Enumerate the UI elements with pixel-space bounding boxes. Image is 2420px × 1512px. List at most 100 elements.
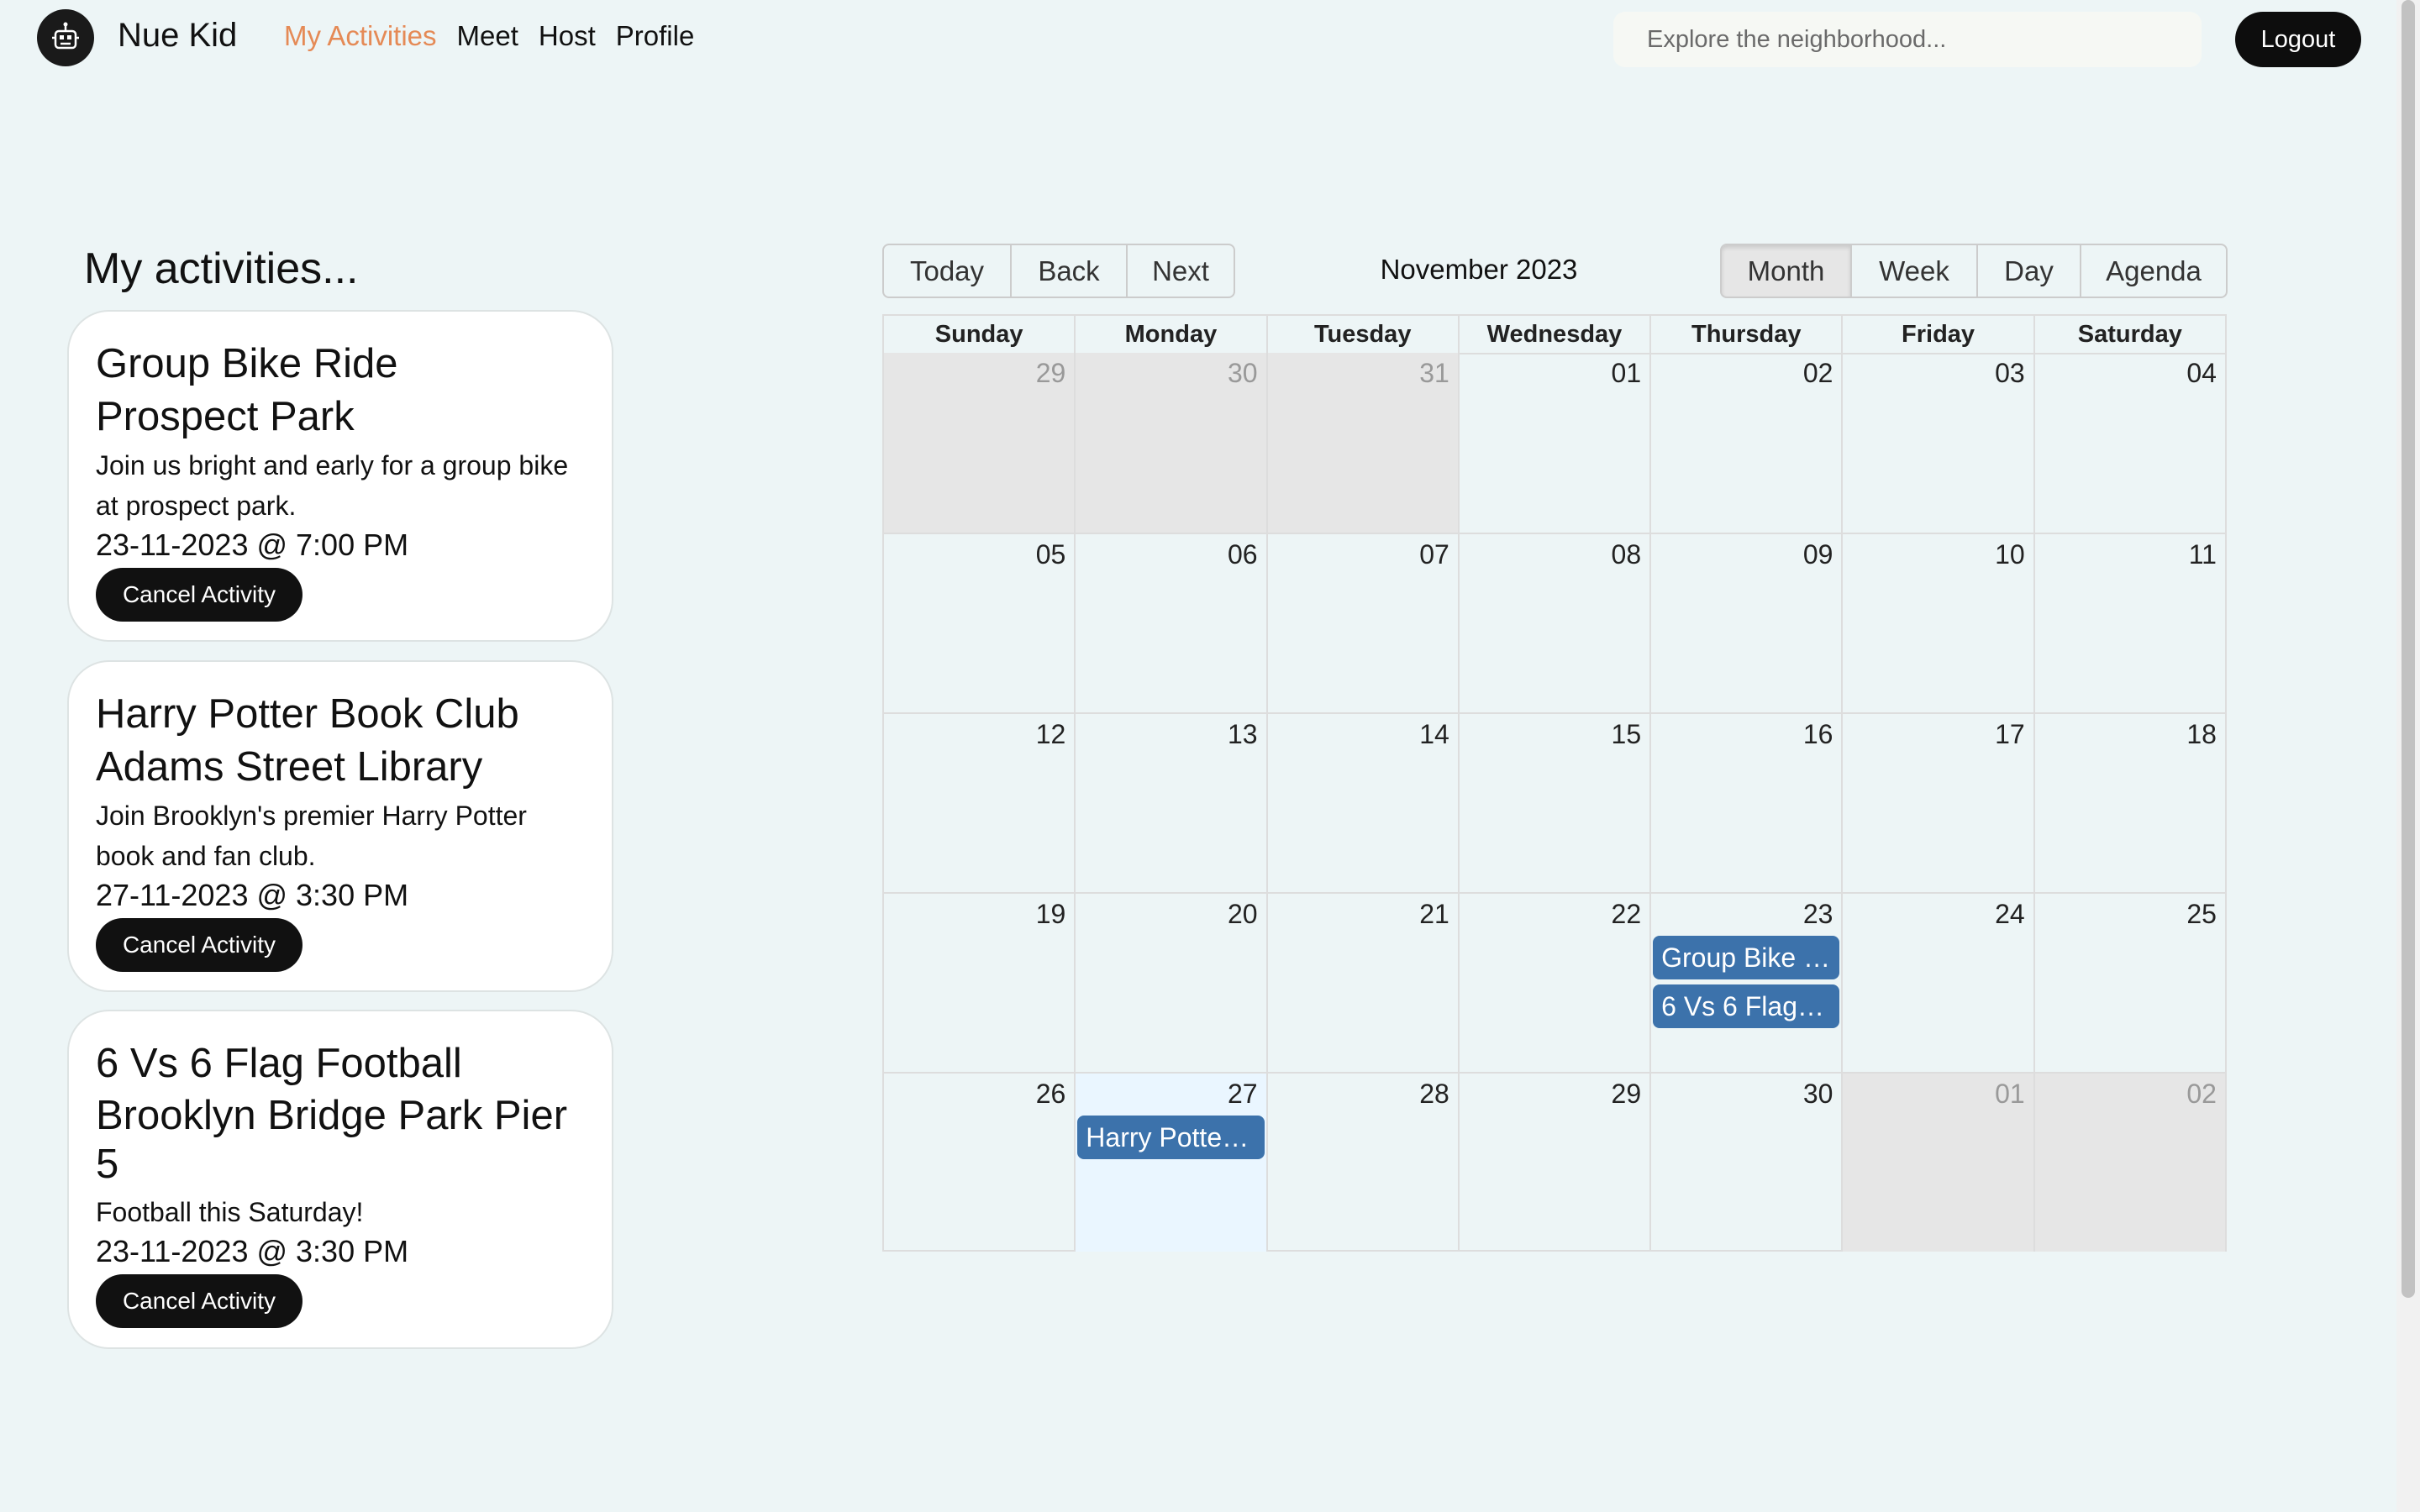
calendar-date-number[interactable]: 16	[1803, 719, 1833, 750]
calendar-day-cell[interactable]: 30	[1074, 353, 1266, 533]
calendar-day-cell[interactable]: 27 Harry Potter Book Club	[1074, 1074, 1266, 1252]
calendar-date-number[interactable]: 02	[1803, 358, 1833, 389]
calendar-date-number[interactable]: 19	[1036, 899, 1066, 930]
calendar-day-cell[interactable]: 13	[1074, 714, 1265, 892]
today-button[interactable]: Today	[882, 244, 1012, 298]
calendar-day-cell[interactable]: 01	[1457, 353, 1649, 533]
calendar-event[interactable]: Group Bike Ride	[1653, 936, 1840, 979]
calendar-day-cell[interactable]: 24	[1841, 894, 2033, 1072]
calendar-day-cell[interactable]: 06	[1074, 534, 1265, 712]
view-week-button[interactable]: Week	[1850, 244, 1978, 298]
cancel-activity-button[interactable]: Cancel Activity	[96, 1274, 302, 1328]
calendar-date-number[interactable]: 17	[1995, 719, 2025, 750]
calendar-weekday-header: Sunday Monday Tuesday Wednesday Thursday…	[882, 314, 2227, 354]
calendar-day-cell[interactable]: 25	[2033, 894, 2225, 1072]
calendar-day-cell[interactable]: 29	[1457, 1074, 1649, 1252]
calendar-day-cell[interactable]: 18	[2033, 714, 2225, 892]
calendar-date-number[interactable]: 23	[1803, 899, 1833, 930]
calendar-day-cell[interactable]: 07	[1265, 534, 1458, 712]
calendar-day-cell[interactable]: 11	[2033, 534, 2225, 712]
calendar-date-number[interactable]: 15	[1612, 719, 1642, 750]
calendar-date-number[interactable]: 05	[1036, 539, 1066, 570]
scrollbar-thumb[interactable]	[2402, 0, 2415, 1298]
calendar-date-number[interactable]: 10	[1995, 539, 2025, 570]
nav-my-activities[interactable]: My Activities	[284, 20, 437, 52]
calendar-day-cell[interactable]: 10	[1841, 534, 2033, 712]
calendar-event[interactable]: Harry Potter Book Club	[1077, 1116, 1265, 1159]
calendar-day-cell[interactable]: 19	[884, 894, 1074, 1072]
calendar-date-number[interactable]: 25	[2186, 899, 2217, 930]
calendar-date-number[interactable]: 27	[1228, 1079, 1258, 1110]
calendar-day-cell[interactable]: 04	[2033, 353, 2225, 533]
calendar-day-cell[interactable]: 17	[1841, 714, 2033, 892]
calendar-day-cell[interactable]: 28	[1265, 1074, 1458, 1252]
logout-button[interactable]: Logout	[2235, 12, 2361, 67]
brand-name[interactable]: Nue Kid	[118, 17, 237, 55]
next-button[interactable]: Next	[1126, 244, 1235, 298]
calendar-day-cell[interactable]: 30	[1649, 1074, 1841, 1252]
calendar-day-cell[interactable]: 03	[1841, 353, 2033, 533]
calendar-day-cell[interactable]: 14	[1265, 714, 1458, 892]
calendar-day-cell[interactable]: 31	[1265, 353, 1458, 533]
calendar-day-cell[interactable]: 09	[1649, 534, 1841, 712]
calendar-date-number[interactable]: 03	[1995, 358, 2025, 389]
calendar-date-number[interactable]: 29	[1612, 1079, 1642, 1110]
search-input[interactable]	[1613, 12, 2202, 67]
main-nav: My Activities Meet Host Profile	[284, 20, 694, 52]
cancel-activity-button[interactable]: Cancel Activity	[96, 568, 302, 622]
calendar-day-cell[interactable]: 22	[1457, 894, 1649, 1072]
calendar-date-number[interactable]: 18	[2186, 719, 2217, 750]
calendar-date-number[interactable]: 07	[1419, 539, 1449, 570]
calendar-date-number[interactable]: 29	[1036, 358, 1066, 389]
calendar-day-cell[interactable]: 01	[1841, 1074, 2033, 1252]
calendar-date-number[interactable]: 11	[2189, 539, 2217, 570]
nav-meet[interactable]: Meet	[457, 20, 518, 52]
calendar-date-number[interactable]: 01	[1612, 358, 1642, 389]
calendar-date-number[interactable]: 20	[1228, 899, 1258, 930]
activity-datetime: 27-11-2023 @ 3:30 PM	[96, 878, 409, 912]
activity-description: Football this Saturday!	[96, 1197, 364, 1227]
calendar-event[interactable]: 6 Vs 6 Flag Football	[1653, 984, 1840, 1028]
calendar-day-cell[interactable]: 05	[884, 534, 1074, 712]
calendar-date-number[interactable]: 04	[2186, 358, 2217, 389]
calendar-day-cell[interactable]: 02	[1649, 353, 1841, 533]
calendar-date-number[interactable]: 13	[1228, 719, 1258, 750]
calendar-date-number[interactable]: 09	[1803, 539, 1833, 570]
calendar-day-cell[interactable]: 02	[2033, 1074, 2225, 1252]
calendar-date-number[interactable]: 30	[1228, 358, 1258, 389]
nav-host[interactable]: Host	[539, 20, 596, 52]
calendar-date-number[interactable]: 02	[2186, 1079, 2217, 1110]
calendar-date-number[interactable]: 22	[1612, 899, 1642, 930]
calendar-week-row: 12 13 14 15 16 17 18	[884, 712, 2225, 892]
calendar-date-number[interactable]: 21	[1419, 899, 1449, 930]
calendar-week-row: 05 06 07 08 09 10 11	[884, 533, 2225, 712]
page-scrollbar[interactable]	[2396, 0, 2420, 1512]
calendar-date-number[interactable]: 26	[1036, 1079, 1066, 1110]
calendar-date-number[interactable]: 28	[1419, 1079, 1449, 1110]
calendar-date-number[interactable]: 24	[1995, 899, 2025, 930]
calendar-date-number[interactable]: 12	[1036, 719, 1066, 750]
view-day-button[interactable]: Day	[1976, 244, 2081, 298]
calendar-date-number[interactable]: 14	[1419, 719, 1449, 750]
calendar-day-cell[interactable]: 29	[884, 353, 1075, 533]
calendar-date-number[interactable]: 01	[1995, 1079, 2025, 1110]
calendar-day-cell[interactable]: 15	[1457, 714, 1649, 892]
cancel-activity-button[interactable]: Cancel Activity	[96, 918, 302, 972]
calendar-day-cell[interactable]: 16	[1649, 714, 1841, 892]
calendar-day-cell[interactable]: 23 Group Bike Ride 6 Vs 6 Flag Football	[1649, 894, 1841, 1072]
back-button[interactable]: Back	[1010, 244, 1128, 298]
calendar-day-cell[interactable]: 21	[1265, 894, 1458, 1072]
calendar-day-cell[interactable]: 26	[884, 1074, 1074, 1252]
calendar-day-cell[interactable]: 20	[1074, 894, 1265, 1072]
calendar-day-cell[interactable]: 08	[1457, 534, 1649, 712]
calendar-date-number[interactable]: 06	[1228, 539, 1258, 570]
view-month-button[interactable]: Month	[1720, 244, 1852, 298]
calendar-date-number[interactable]: 08	[1612, 539, 1642, 570]
weekday-friday: Friday	[1841, 316, 2033, 353]
calendar-day-cell[interactable]: 12	[884, 714, 1074, 892]
robot-logo-icon[interactable]	[37, 9, 94, 66]
calendar-date-number[interactable]: 30	[1803, 1079, 1833, 1110]
nav-profile[interactable]: Profile	[616, 20, 695, 52]
calendar-date-number[interactable]: 31	[1419, 358, 1449, 389]
view-agenda-button[interactable]: Agenda	[2080, 244, 2228, 298]
